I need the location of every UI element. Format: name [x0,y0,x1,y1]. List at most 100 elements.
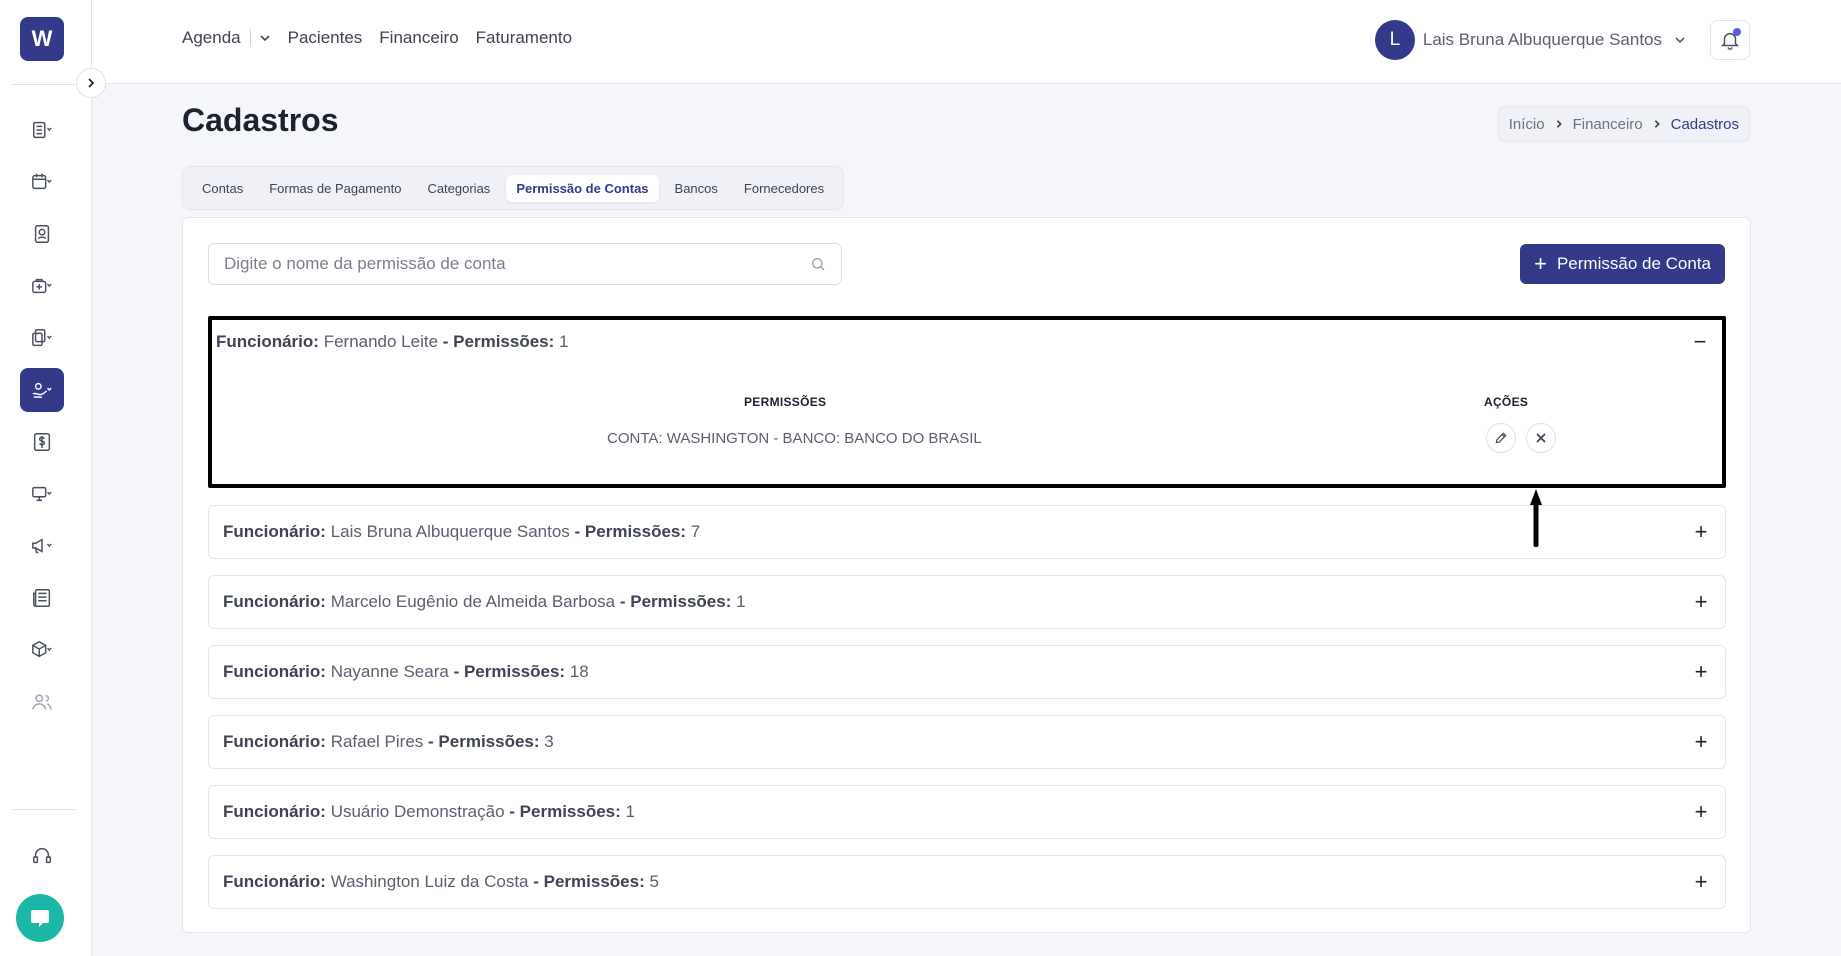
chevron-down-icon [260,35,270,42]
expand-icon[interactable]: + [1691,521,1711,543]
avatar: L [1374,20,1415,60]
expand-icon[interactable]: + [1691,591,1711,613]
monitor-icon [32,486,52,502]
tab-formas-de-pagamento[interactable]: Formas de Pagamento [259,175,411,202]
accordion-title: Funcionário: Marcelo Eugênio de Almeida … [223,592,746,612]
tab-bancos[interactable]: Bancos [665,175,728,202]
annotation-arrow-icon [1530,489,1542,547]
accordion-header[interactable]: Funcionário: Marcelo Eugênio de Almeida … [209,576,1725,628]
app-logo[interactable]: W [20,17,64,61]
calendar-icon [32,173,52,190]
permissions-count: 1 [625,802,635,821]
column-header-permissions: PERMISSÕES [744,395,827,409]
breadcrumb-home[interactable]: Início [1509,116,1545,133]
sidebar-item-reports[interactable] [20,576,64,620]
sidebar-item-contacts[interactable] [20,212,64,256]
search-input[interactable] [224,254,810,274]
collapse-icon[interactable]: − [1690,331,1710,353]
employee-accordion: Funcionário: Rafael Pires - Permissões: … [208,715,1726,769]
employee-label: Funcionário: [223,732,326,751]
headset-icon [33,847,51,864]
user-menu[interactable]: L Lais Bruna Albuquerque Santos [1374,20,1686,60]
nav-separator [249,29,251,47]
sidebar-divider [12,84,75,85]
package-icon [32,640,52,658]
nav-agenda[interactable]: Agenda [182,28,241,48]
contact-card-icon [34,225,50,243]
employee-name: Washington Luiz da Costa [330,872,529,891]
sidebar-item-users[interactable] [20,680,64,724]
sidebar-item-monitor[interactable] [20,472,64,516]
close-icon [1536,433,1546,443]
agenda-dropdown-button[interactable] [259,32,271,44]
employee-label: Funcionário: [223,872,326,891]
sidebar-collapse-button[interactable] [76,68,106,98]
permissions-label: - Permissões: [574,522,687,541]
nav-faturamento[interactable]: Faturamento [476,28,572,48]
documents-icon [32,329,52,347]
sidebar: W [0,0,92,956]
employee-name: Nayanne Seara [330,662,449,681]
sidebar-item-medical[interactable] [20,264,64,308]
accordion-header[interactable]: Funcionário: Lais Bruna Albuquerque Sant… [209,506,1725,558]
accordion-header[interactable]: Funcionário: Fernando Leite - Permissões… [212,320,1722,364]
sidebar-item-support[interactable] [20,834,64,878]
tab-contas[interactable]: Contas [192,175,253,202]
sidebar-item-documents[interactable] [20,316,64,360]
sidebar-item-billing[interactable] [20,420,64,464]
nav-pacientes[interactable]: Pacientes [288,28,363,48]
notifications-button[interactable] [1710,20,1750,60]
permission-value: CONTA: WASHINGTON - BANCO: BANCO DO BRAS… [607,430,982,447]
employee-label: Funcionário: [223,522,326,541]
accordion-title: Funcionário: Lais Bruna Albuquerque Sant… [223,522,700,542]
permissions-count: 5 [649,872,659,891]
chat-bubble-icon [31,910,49,927]
list-icon [33,121,52,139]
breadcrumb-current: Cadastros [1670,115,1739,133]
newspaper-icon [33,589,51,607]
employee-accordion-open: Funcionário: Fernando Leite - Permissões… [208,316,1726,488]
employee-name: Fernando Leite [323,332,439,351]
accordion-header[interactable]: Funcionário: Rafael Pires - Permissões: … [209,716,1725,768]
permissions-label: - Permissões: [509,802,621,821]
employee-label: Funcionário: [223,662,326,681]
chevron-right-icon [1654,120,1660,128]
logo-letter: W [31,26,53,51]
employee-accordion: Funcionário: Usuário Demonstração - Perm… [208,785,1726,839]
sidebar-item-marketing[interactable] [20,524,64,568]
expand-icon[interactable]: + [1691,661,1711,683]
employee-name: Usuário Demonstração [330,802,505,821]
expand-icon[interactable]: + [1691,731,1711,753]
nav-financeiro[interactable]: Financeiro [379,28,458,48]
sidebar-item-inventory[interactable] [20,628,64,672]
top-bar: Agenda Pacientes Financeiro Faturamento … [92,0,1841,84]
add-permission-button[interactable]: + Permissão de Conta [1520,244,1725,284]
tab-bar: Contas Formas de Pagamento Categorias Pe… [182,166,845,210]
accordion-title: Funcionário: Usuário Demonstração - Perm… [223,802,635,822]
expand-icon[interactable]: + [1691,801,1711,823]
dollar-sign-icon [33,433,51,451]
tab-fornecedores[interactable]: Fornecedores [734,175,834,202]
chat-button[interactable] [16,894,64,942]
permissions-label: - Permissões: [453,662,566,681]
accordion-header[interactable]: Funcionário: Washington Luiz da Costa - … [209,856,1725,908]
tab-categorias[interactable]: Categorias [417,175,500,202]
delete-button[interactable] [1526,423,1556,453]
sidebar-item-list[interactable] [20,108,64,152]
breadcrumb-separator [1554,119,1564,129]
breadcrumb-separator [1652,119,1662,129]
permissions-count: 7 [690,522,701,541]
accordion-title: Funcionário: Rafael Pires - Permissões: … [223,732,554,752]
accordion-header[interactable]: Funcionário: Nayanne Seara - Permissões:… [209,646,1725,698]
breadcrumb-section[interactable]: Financeiro [1573,116,1643,133]
sidebar-item-calendar[interactable] [20,160,64,204]
expand-icon[interactable]: + [1691,871,1711,893]
sidebar-item-financial[interactable] [20,368,64,412]
tab-permissao-de-contas[interactable]: Permissão de Contas [506,174,659,202]
pencil-icon [1495,432,1507,444]
sidebar-divider [12,809,75,810]
accordion-header[interactable]: Funcionário: Usuário Demonstração - Perm… [209,786,1725,838]
permissions-table: PERMISSÕES AÇÕES CONTA: WASHINGTON - BAN… [212,364,1722,484]
edit-button[interactable] [1486,423,1516,453]
accordion-title: Funcionário: Nayanne Seara - Permissões:… [223,662,589,682]
